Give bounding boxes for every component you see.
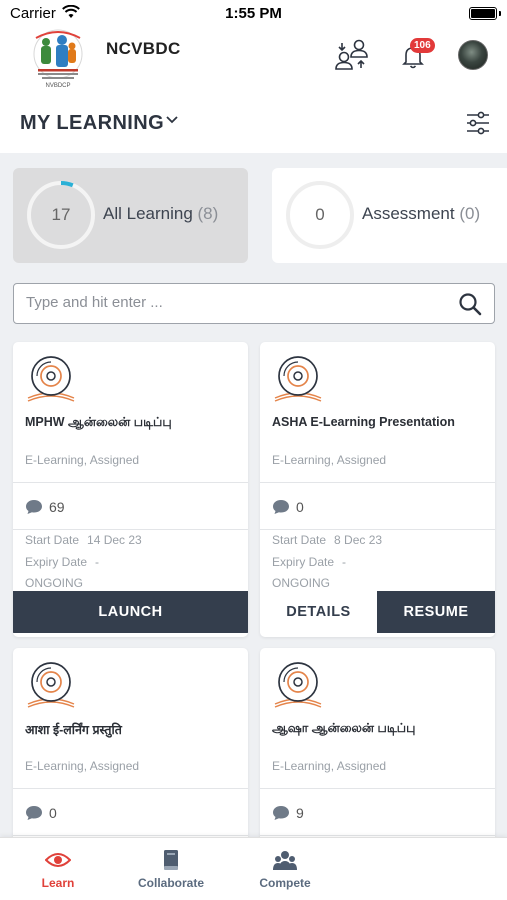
my-learning-dropdown[interactable]: MY LEARNING: [20, 112, 164, 135]
divider: [260, 835, 495, 836]
course-card[interactable]: ASHA E-Learning Presentation E-Learning,…: [260, 342, 495, 637]
divider: [13, 788, 248, 789]
launch-button[interactable]: LAUNCH: [13, 591, 248, 633]
expiry-date: Expiry Date -: [272, 555, 346, 569]
app-header: NVBDCP NCVBDC 106: [0, 26, 507, 100]
nav-learn[interactable]: Learn: [13, 848, 103, 890]
nav-label: Compete: [259, 876, 311, 890]
start-date-value: 8 Dec 23: [334, 533, 383, 547]
app-title: NCVBDC: [106, 39, 181, 58]
stat-count: 0: [315, 205, 325, 224]
course-title: MPHW ஆன்லைன் படிப்பு: [25, 415, 172, 429]
course-card[interactable]: ஆஷா ஆன்லைன் படிப்பு E-Learning, Assigned…: [260, 648, 495, 837]
course-disc-icon: [274, 356, 322, 402]
divider: [13, 835, 248, 836]
comment-icon: [273, 806, 289, 820]
course-disc-icon: [27, 356, 75, 402]
stat-label: Assessment (0): [362, 204, 480, 224]
start-date-value: 14 Dec 23: [87, 533, 142, 547]
status-bar: Carrier 1:55 PM: [0, 0, 507, 26]
notification-badge: 106: [410, 38, 435, 53]
course-tags: E-Learning, Assigned: [272, 453, 387, 467]
expiry-date-label: Expiry Date: [272, 555, 335, 569]
search-icon[interactable]: [458, 292, 482, 316]
expiry-date-value: -: [95, 555, 100, 569]
divider: [260, 529, 495, 530]
group-icon: [273, 851, 297, 870]
course-disc-icon: [274, 662, 322, 708]
resume-button[interactable]: RESUME: [377, 591, 495, 633]
course-tags: E-Learning, Assigned: [25, 759, 140, 773]
comment-icon: [273, 500, 289, 514]
expiry-date: Expiry Date -: [25, 555, 99, 569]
battery-icon: [469, 7, 497, 20]
stat-label-text: All Learning: [103, 204, 193, 223]
comment-icon: [26, 806, 42, 820]
course-card[interactable]: MPHW ஆன்லைன் படிப்பு E-Learning, Assigne…: [13, 342, 248, 637]
course-status: ONGOING: [25, 576, 84, 590]
book-icon: [164, 850, 178, 870]
stat-total: (8): [197, 204, 219, 223]
clock: 1:55 PM: [225, 5, 282, 22]
comments[interactable]: 9: [272, 805, 304, 821]
comment-count: 9: [296, 805, 304, 821]
stat-label-text: Assessment: [362, 204, 455, 223]
divider: [260, 788, 495, 789]
comments[interactable]: 0: [272, 499, 304, 515]
divider: [13, 482, 248, 483]
filter-sliders-icon[interactable]: [466, 110, 490, 136]
comment-icon: [26, 500, 42, 514]
divider: [260, 482, 495, 483]
course-status: ONGOING: [272, 576, 331, 590]
start-date: Start Date 14 Dec 23: [25, 533, 142, 547]
stat-total: (0): [459, 204, 481, 223]
course-card[interactable]: आशा ई-लर्निंग प्रस्तुति E-Learning, Assi…: [13, 648, 248, 837]
stat-label: All Learning (8): [103, 204, 218, 224]
comments[interactable]: 69: [25, 499, 65, 515]
course-title: ASHA E-Learning Presentation: [272, 415, 455, 429]
stat-count: 17: [51, 205, 71, 224]
course-title: ஆஷா ஆன்லைன் படிப்பு: [272, 721, 416, 735]
details-button[interactable]: DETAILS: [260, 591, 377, 633]
switch-users-icon[interactable]: [334, 38, 370, 72]
course-title: आशा ई-लर्निंग प्रस्तुति: [25, 723, 122, 737]
comment-count: 0: [49, 805, 57, 821]
ncvbdc-logo[interactable]: NVBDCP: [28, 28, 88, 90]
nav-compete[interactable]: Compete: [240, 848, 330, 890]
learning-content: 17 All Learning (8) 0 Assessment (0) MPH…: [0, 153, 507, 837]
search-input[interactable]: [26, 294, 446, 311]
expiry-date-value: -: [342, 555, 347, 569]
course-tags: E-Learning, Assigned: [25, 453, 140, 467]
section-header: MY LEARNING: [0, 100, 507, 152]
start-date-label: Start Date: [25, 533, 80, 547]
expiry-date-label: Expiry Date: [25, 555, 88, 569]
assessment-tab[interactable]: 0 Assessment (0): [272, 168, 507, 263]
logo-caption: NVBDCP: [45, 83, 70, 89]
all-learning-tab[interactable]: 17 All Learning (8): [13, 168, 248, 263]
start-date: Start Date 8 Dec 23: [272, 533, 382, 547]
nav-label: Collaborate: [137, 876, 204, 890]
comment-count: 69: [49, 499, 65, 515]
battery-tip: [499, 11, 501, 16]
start-date-label: Start Date: [272, 533, 327, 547]
bottom-nav: Learn Collaborate Compete: [0, 837, 507, 900]
nav-label: Learn: [41, 876, 75, 890]
chevron-down-icon[interactable]: [166, 114, 178, 126]
search-box: [13, 283, 495, 324]
eye-icon: [45, 853, 71, 867]
course-disc-icon: [27, 662, 75, 708]
nav-collaborate[interactable]: Collaborate: [126, 848, 216, 890]
course-tags: E-Learning, Assigned: [272, 759, 387, 773]
profile-avatar[interactable]: [458, 40, 488, 70]
divider: [13, 529, 248, 530]
comment-count: 0: [296, 499, 304, 515]
comments[interactable]: 0: [25, 805, 57, 821]
